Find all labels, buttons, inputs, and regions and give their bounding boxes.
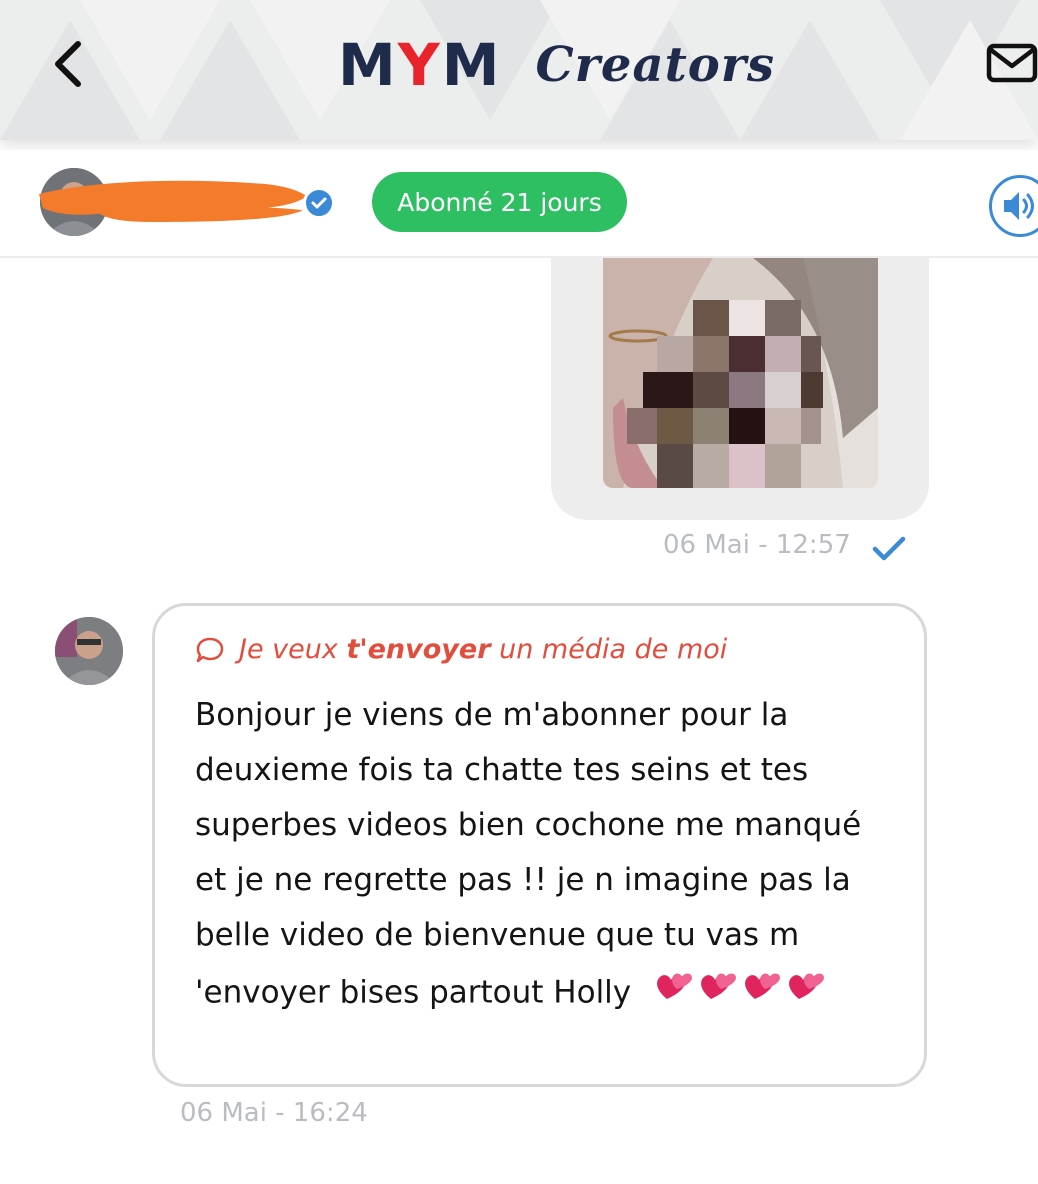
chat-bubble-icon <box>196 637 224 662</box>
avatar[interactable] <box>40 168 108 236</box>
request-suffix: un média de moi <box>499 634 728 665</box>
hearts-emoji <box>653 963 829 1025</box>
heart-icon <box>657 973 692 999</box>
message-text: Bonjour je viens de m'abonner pour la de… <box>195 688 895 1025</box>
subscription-badge[interactable]: Abonné 21 jours <box>372 172 627 232</box>
messages-button[interactable] <box>985 42 1038 86</box>
censored-media <box>603 258 878 488</box>
back-button[interactable] <box>48 38 92 90</box>
request-bold: t'envoyer <box>346 634 491 665</box>
heart-icon <box>745 973 780 999</box>
check-icon <box>872 536 906 561</box>
avatar-image <box>55 617 123 685</box>
verified-icon <box>303 187 335 219</box>
heart-icon <box>789 973 824 999</box>
brand-name: MYM <box>338 31 502 99</box>
received-message-bubble: Je veux t'envoyer un média de moi Bonjou… <box>152 603 927 1087</box>
message-timestamp: 06 Mai - 16:24 <box>180 1098 368 1128</box>
message-timestamp: 06 Mai - 12:57 <box>663 530 851 560</box>
avatar-image <box>40 168 108 236</box>
media-request-link[interactable]: Je veux t'envoyer un média de moi <box>195 634 727 665</box>
avatar[interactable] <box>55 617 123 685</box>
mym-logo: MYM Creators <box>338 20 775 110</box>
back-arrow-icon <box>55 41 81 87</box>
conversation-header: Abonné 21 jours <box>0 150 1038 258</box>
request-prefix: Je veux <box>239 634 338 665</box>
heart-icon <box>701 973 736 999</box>
app-header: MYM Creators <box>0 0 1038 140</box>
sent-media-bubble <box>551 258 929 520</box>
mail-icon <box>986 43 1038 83</box>
speaker-icon <box>1004 192 1034 220</box>
sound-button[interactable] <box>989 175 1038 237</box>
media-thumbnail[interactable] <box>603 258 878 488</box>
brand-subtitle: Creators <box>535 37 776 93</box>
